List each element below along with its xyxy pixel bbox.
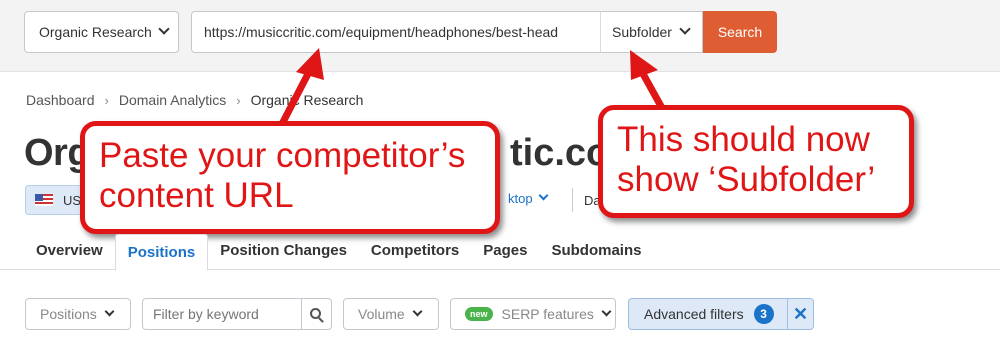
divider (572, 188, 573, 212)
keyword-search-button[interactable] (301, 298, 332, 330)
database-label: US (63, 192, 82, 208)
clear-filters-close-icon[interactable]: ✕ (787, 298, 814, 330)
callout-subfolder: This should now show ‘Subfolder’ (598, 105, 914, 218)
tab-competitors[interactable]: Competitors (359, 234, 471, 270)
breadcrumb-domain-analytics[interactable]: Domain Analytics (119, 92, 226, 108)
device-select[interactable]: ktop (508, 190, 549, 206)
domain-url-input[interactable] (191, 11, 601, 53)
chevron-down-icon (412, 306, 423, 316)
page-title-domain: tic.co (510, 132, 610, 174)
positions-filter-label: Positions (40, 306, 97, 322)
tab-subdomains[interactable]: Subdomains (539, 234, 653, 270)
serp-features-label: SERP features (501, 306, 594, 322)
chevron-down-icon (104, 306, 115, 316)
device-label: ktop (508, 191, 533, 206)
chevron-down-icon (538, 190, 549, 201)
search-bar: Organic Research Subfolder Search (0, 0, 1000, 72)
breadcrumb: Dashboard › Domain Analytics › Organic R… (26, 92, 363, 108)
breadcrumb-organic-research: Organic Research (250, 92, 364, 108)
chevron-down-icon (158, 23, 170, 35)
callout-paste-url-line-1: Paste your competitor’s (99, 136, 466, 175)
tab-position-changes[interactable]: Position Changes (208, 234, 359, 270)
database-select[interactable]: US (25, 185, 85, 215)
tool-select[interactable]: Organic Research (24, 11, 179, 53)
chevron-right-icon: › (236, 92, 241, 108)
volume-filter-label: Volume (358, 306, 405, 322)
keyword-filter-input[interactable] (142, 298, 302, 330)
chevron-right-icon: › (104, 92, 109, 108)
callout-subfolder-line-1: This should now (617, 120, 870, 159)
search-icon (310, 307, 321, 319)
tab-pages[interactable]: Pages (471, 234, 539, 270)
new-badge: new (465, 307, 493, 321)
callout-paste-url: Paste your competitor’s content URL (80, 121, 500, 234)
us-flag-icon (35, 194, 53, 206)
scope-select[interactable]: Subfolder (600, 11, 703, 53)
search-button[interactable]: Search (703, 11, 777, 53)
scope-select-label: Subfolder (612, 24, 672, 40)
callout-subfolder-line-2: show ‘Subfolder’ (617, 160, 876, 199)
tool-select-label: Organic Research (39, 24, 152, 40)
callout-paste-url-line-2: content URL (99, 176, 294, 215)
volume-filter[interactable]: Volume (343, 298, 439, 330)
advanced-filters-label: Advanced filters (644, 306, 744, 322)
positions-filter[interactable]: Positions (25, 298, 131, 330)
breadcrumb-dashboard[interactable]: Dashboard (26, 92, 95, 108)
serp-features-filter[interactable]: new SERP features (450, 298, 616, 330)
chevron-down-icon (679, 23, 691, 35)
organic-research-page: Organic Research Subfolder Search Dashbo… (0, 0, 1000, 354)
report-tabs: Overview Positions Position Changes Comp… (24, 234, 653, 271)
tab-overview[interactable]: Overview (24, 234, 115, 270)
tab-positions[interactable]: Positions (114, 234, 209, 271)
filter-count-badge: 3 (753, 304, 774, 324)
advanced-filters-button[interactable]: Advanced filters 3 (628, 298, 788, 330)
chevron-down-icon (601, 306, 612, 316)
